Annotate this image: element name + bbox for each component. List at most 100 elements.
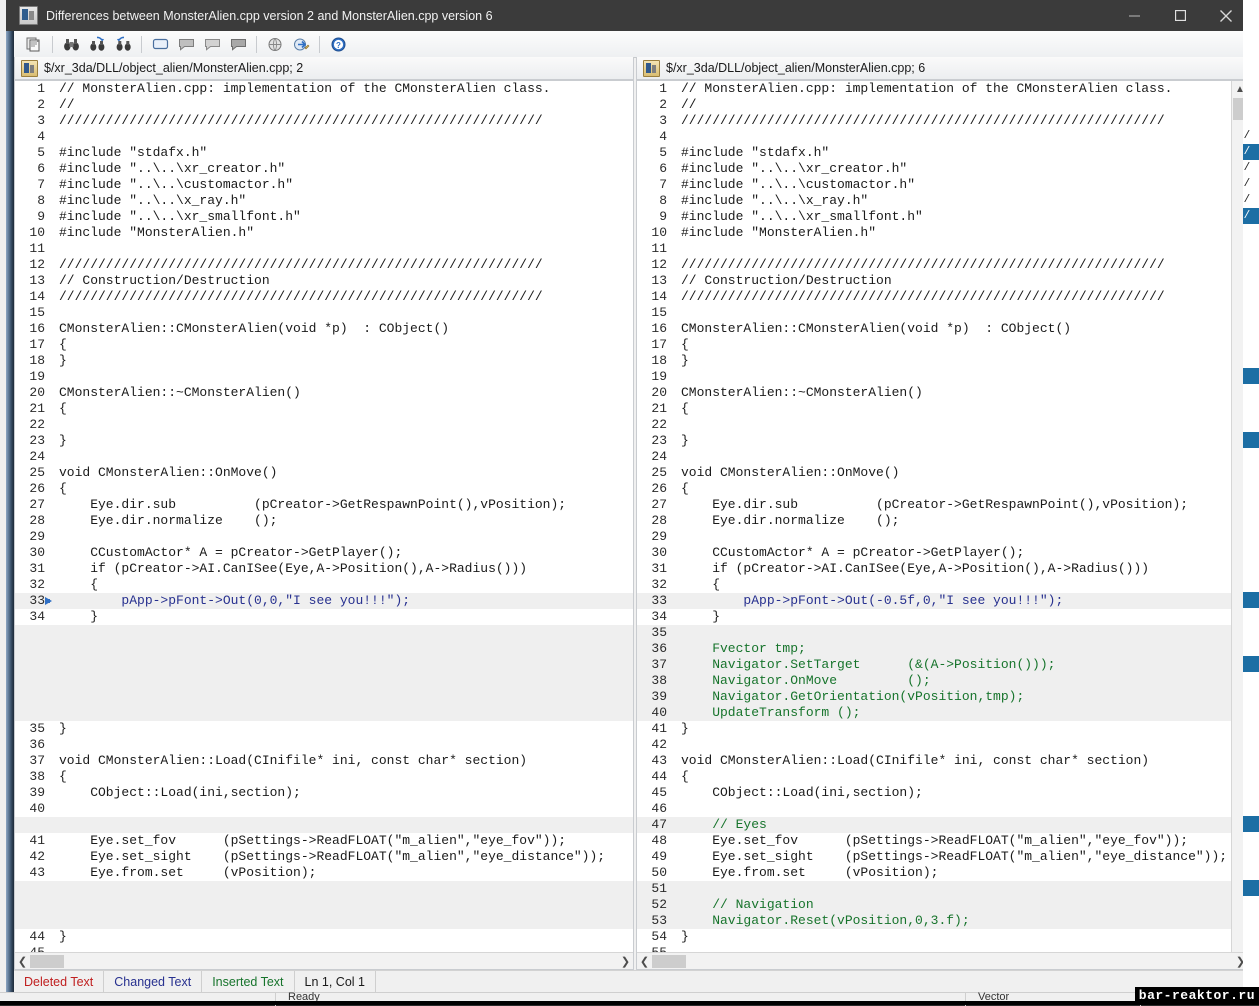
code-line[interactable]: 12//////////////////////////////////////… [637, 257, 1243, 273]
code-line[interactable] [15, 625, 633, 641]
code-line[interactable]: 22 [15, 417, 633, 433]
code-line[interactable]: 19 [637, 369, 1243, 385]
code-line[interactable]: 38 Navigator.OnMove (); [637, 673, 1243, 689]
code-line[interactable]: 16CMonsterAlien::CMonsterAlien(void *p) … [15, 321, 633, 337]
code-line[interactable]: 11 [637, 241, 1243, 257]
code-line[interactable]: 44} [15, 929, 633, 945]
code-line[interactable]: 15 [637, 305, 1243, 321]
view-file-icon[interactable] [263, 33, 287, 55]
goto-icon[interactable] [289, 33, 313, 55]
code-line[interactable]: 25void CMonsterAlien::OnMove() [637, 465, 1243, 481]
code-line[interactable]: 52 // Navigation [637, 897, 1243, 913]
code-line[interactable]: 18} [637, 353, 1243, 369]
code-line[interactable]: 26{ [637, 481, 1243, 497]
left-hscroll-track[interactable] [30, 954, 618, 969]
scroll-right-icon[interactable]: ❯ [1233, 954, 1243, 969]
code-line[interactable]: 16CMonsterAlien::CMonsterAlien(void *p) … [637, 321, 1243, 337]
vertical-scrollbar[interactable]: ▲ ▼ [1231, 81, 1243, 970]
left-diff-pane[interactable]: 1// MonsterAlien.cpp: implementation of … [14, 80, 634, 970]
copy-report-icon[interactable] [22, 33, 46, 55]
code-line[interactable] [15, 689, 633, 705]
scroll-right-icon[interactable]: ❯ [618, 954, 633, 969]
code-line[interactable]: 6#include "..\..\xr_creator.h" [637, 161, 1243, 177]
code-line[interactable]: 23} [15, 433, 633, 449]
code-line[interactable]: 30 CCustomActor* A = pCreator->GetPlayer… [15, 545, 633, 561]
code-line[interactable]: 1// MonsterAlien.cpp: implementation of … [637, 81, 1243, 97]
code-line[interactable]: 42 [637, 737, 1243, 753]
find-previous-icon[interactable] [111, 33, 135, 55]
code-line[interactable]: 17{ [15, 337, 633, 353]
code-line[interactable]: 32 { [637, 577, 1243, 593]
code-line[interactable]: 8#include "..\..\x_ray.h" [15, 193, 633, 209]
code-line[interactable]: 26{ [15, 481, 633, 497]
code-line[interactable]: 34 } [15, 609, 633, 625]
right-diff-pane[interactable]: 1// MonsterAlien.cpp: implementation of … [636, 80, 1243, 970]
code-line[interactable]: 4 [637, 129, 1243, 145]
code-line[interactable]: 20CMonsterAlien::~CMonsterAlien() [15, 385, 633, 401]
maximize-button[interactable] [1157, 0, 1203, 31]
code-line[interactable] [15, 641, 633, 657]
code-line[interactable]: 29 [637, 529, 1243, 545]
code-line[interactable]: 43 Eye.from.set (vPosition); [15, 865, 633, 881]
right-code-area[interactable]: 1// MonsterAlien.cpp: implementation of … [637, 81, 1243, 952]
vscroll-thumb[interactable] [1233, 98, 1243, 120]
code-line[interactable]: 37void CMonsterAlien::Load(CInifile* ini… [15, 753, 633, 769]
minimize-button[interactable] [1111, 0, 1157, 31]
code-line[interactable]: 38{ [15, 769, 633, 785]
close-button[interactable] [1203, 0, 1243, 31]
code-line[interactable]: 36 Fvector tmp; [637, 641, 1243, 657]
right-hscroll-track[interactable] [652, 954, 1233, 969]
code-line[interactable]: 31 if (pCreator->AI.CanISee(Eye,A->Posit… [15, 561, 633, 577]
code-line[interactable]: 22 [637, 417, 1243, 433]
code-line[interactable]: 29 [15, 529, 633, 545]
code-line[interactable] [15, 817, 633, 833]
code-line[interactable]: 49 Eye.set_sight (pSettings->ReadFLOAT("… [637, 849, 1243, 865]
code-line[interactable]: 2// [15, 97, 633, 113]
code-line[interactable]: 5#include "stdafx.h" [15, 145, 633, 161]
code-line[interactable]: 39 Navigator.GetOrientation(vPosition,tm… [637, 689, 1243, 705]
code-line[interactable]: 4 [15, 129, 633, 145]
code-line[interactable] [15, 881, 633, 897]
code-line[interactable]: 54} [637, 929, 1243, 945]
code-line[interactable]: 27 Eye.dir.sub (pCreator->GetRespawnPoin… [15, 497, 633, 513]
code-line[interactable]: 24 [15, 449, 633, 465]
code-line[interactable]: 9#include "..\..\xr_smallfont.h" [15, 209, 633, 225]
code-line[interactable]: 27 Eye.dir.sub (pCreator->GetRespawnPoin… [637, 497, 1243, 513]
code-line[interactable]: 34 } [637, 609, 1243, 625]
code-line[interactable]: 13// Construction/Destruction [15, 273, 633, 289]
code-line[interactable]: 18} [15, 353, 633, 369]
left-code-area[interactable]: 1// MonsterAlien.cpp: implementation of … [15, 81, 633, 952]
code-line[interactable]: 15 [15, 305, 633, 321]
code-line[interactable]: 48 Eye.set_fov (pSettings->ReadFLOAT("m_… [637, 833, 1243, 849]
code-line[interactable]: 7#include "..\..\customactor.h" [637, 177, 1243, 193]
code-line[interactable]: 3///////////////////////////////////////… [637, 113, 1243, 129]
code-line[interactable]: 51 [637, 881, 1243, 897]
code-line[interactable]: 5#include "stdafx.h" [637, 145, 1243, 161]
code-line[interactable]: 14//////////////////////////////////////… [15, 289, 633, 305]
code-line[interactable]: 19 [15, 369, 633, 385]
code-line[interactable]: 46 [637, 801, 1243, 817]
code-line[interactable]: 14//////////////////////////////////////… [637, 289, 1243, 305]
code-line[interactable]: 45 CObject::Load(ini,section); [637, 785, 1243, 801]
code-line[interactable]: 30 CCustomActor* A = pCreator->GetPlayer… [637, 545, 1243, 561]
code-line[interactable] [15, 897, 633, 913]
find-next-icon[interactable] [85, 33, 109, 55]
code-line[interactable]: 32 { [15, 577, 633, 593]
code-line[interactable]: 44{ [637, 769, 1243, 785]
code-line[interactable]: 21{ [637, 401, 1243, 417]
code-line[interactable]: 2// [637, 97, 1243, 113]
next-difference-icon[interactable] [226, 33, 250, 55]
help-icon[interactable]: ? [326, 33, 350, 55]
code-line[interactable]: 1// MonsterAlien.cpp: implementation of … [15, 81, 633, 97]
code-line[interactable] [15, 913, 633, 929]
previous-difference-icon[interactable] [200, 33, 224, 55]
code-line[interactable]: 47 // Eyes [637, 817, 1243, 833]
scroll-up-icon[interactable]: ▲ [1232, 81, 1243, 97]
left-horizontal-scrollbar[interactable]: ❮ ❯ [15, 952, 633, 969]
code-line[interactable]: 35} [15, 721, 633, 737]
code-line[interactable]: 42 Eye.set_sight (pSettings->ReadFLOAT("… [15, 849, 633, 865]
code-line[interactable] [15, 705, 633, 721]
code-line[interactable]: 28 Eye.dir.normalize (); [15, 513, 633, 529]
code-line[interactable]: 33 pApp->pFont->Out(-0.5f,0,"I see you!!… [637, 593, 1243, 609]
code-line[interactable]: 9#include "..\..\xr_smallfont.h" [637, 209, 1243, 225]
